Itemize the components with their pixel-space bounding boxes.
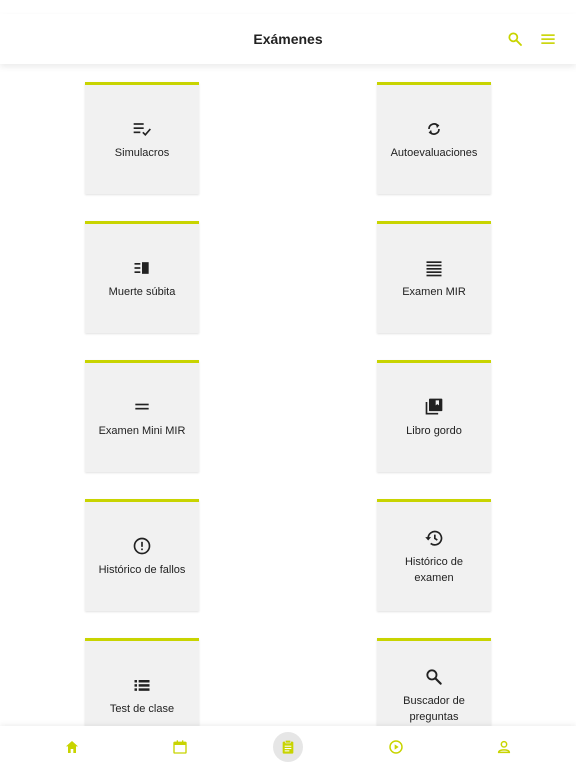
home-icon [66,741,78,753]
history-icon [425,530,443,546]
card-simulacros[interactable]: Simulacros [85,82,199,194]
bottom-nav [0,726,576,768]
exam-grid: Simulacros Autoevaluaciones Muerte súbit… [0,64,576,726]
search-icon [426,668,442,685]
card-label: Examen Mini MIR [98,424,186,437]
card-muerte-subita[interactable]: Muerte súbita [85,221,199,333]
sync-icon [428,122,440,135]
card-test-de-clase[interactable]: Test de clase [85,638,199,726]
card-label: Histórico de examen [404,555,464,584]
card-label: Autoevaluaciones [390,146,478,159]
person-icon [497,740,511,754]
screen: Exámenes Simulacros Autoevaluaciones Mue… [0,0,576,768]
card-label: Test de clase [109,702,175,715]
app-header: Exámenes [0,14,576,64]
nav-profile[interactable] [489,732,519,762]
play-circle-icon [389,740,403,754]
card-label: Buscador de preguntas [403,694,465,723]
card-examen-mir[interactable]: Examen MIR [377,221,491,333]
card-examen-mini-mir[interactable]: Examen Mini MIR [85,360,199,472]
card-label: Histórico de fallos [98,563,186,576]
card-label: Muerte súbita [108,285,176,298]
nav-videos[interactable] [381,732,411,762]
nav-exams[interactable] [273,732,303,762]
card-label: Simulacros [114,146,170,159]
library-icon [425,398,443,414]
card-label: Libro gordo [406,424,462,437]
page-title: Exámenes [253,31,323,47]
checklist-icon [133,122,151,136]
card-libro-gordo[interactable]: Libro gordo [377,360,491,472]
menu-button[interactable] [537,28,559,50]
card-label: Examen MIR [402,285,466,298]
search-button[interactable] [504,28,526,50]
justify-lines-icon [426,260,442,276]
nav-calendar[interactable] [165,732,195,762]
card-buscador-preguntas[interactable]: Buscador de preguntas [377,638,491,726]
card-historico-fallos[interactable]: Histórico de fallos [85,499,199,611]
clipboard-icon [282,740,294,754]
split-list-icon [134,261,149,274]
hamburger-menu-icon [541,34,555,44]
nav-home[interactable] [57,732,87,762]
equals-icon [135,403,149,409]
list-icon [134,679,150,691]
search-icon [508,32,522,46]
exclamation-circle-icon [133,537,151,554]
card-autoevaluaciones[interactable]: Autoevaluaciones [377,82,491,194]
status-bar [0,0,576,14]
calendar-icon [173,740,187,754]
card-historico-examen[interactable]: Histórico de examen [377,499,491,611]
